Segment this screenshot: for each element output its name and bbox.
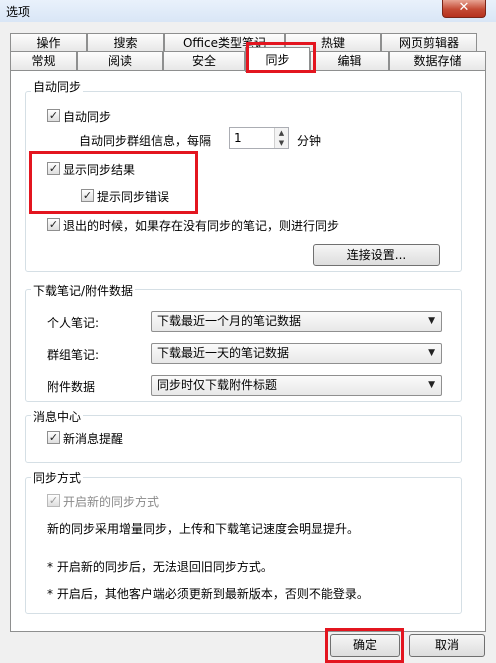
sync-mode-note-1: * 开启新的同步后，无法退回旧同步方式。	[47, 560, 273, 574]
personal-notes-label: 个人笔记:	[47, 316, 100, 330]
group-notes-label: 群组笔记:	[47, 348, 100, 362]
interval-unit: 分钟	[297, 134, 322, 148]
new-message-checkbox[interactable]: ✓	[47, 431, 60, 444]
tab-edit[interactable]: 编辑	[310, 51, 389, 71]
highlight-box-sync-tab	[246, 42, 316, 73]
interval-value[interactable]: 1	[234, 131, 242, 145]
personal-notes-value: 下载最近一个月的笔记数据	[157, 314, 302, 328]
tab-security[interactable]: 安全	[163, 51, 245, 71]
auto-sync-label: 自动同步	[63, 110, 112, 124]
chevron-down-icon[interactable]: ▼	[428, 376, 435, 395]
sync-on-exit-label: 退出的时候，如果存在没有同步的笔记，则进行同步	[63, 219, 340, 233]
personal-notes-select[interactable]: 下载最近一个月的笔记数据 ▼	[151, 311, 442, 332]
chevron-down-icon[interactable]: ▼	[428, 312, 435, 331]
download-title: 下载笔记/附件数据	[31, 282, 136, 299]
attachment-select[interactable]: 同步时仅下载附件标题 ▼	[151, 375, 442, 396]
close-icon[interactable]: ✕	[442, 0, 486, 18]
tab-general[interactable]: 常规	[10, 51, 77, 71]
highlight-box-sync-options	[29, 151, 198, 214]
attachment-label: 附件数据	[47, 380, 96, 394]
tab-reading[interactable]: 阅读	[77, 51, 163, 71]
auto-sync-checkbox[interactable]: ✓	[47, 109, 60, 122]
spin-down-icon[interactable]: ▼	[275, 138, 288, 148]
tab-web-clipper[interactable]: 网页剪辑器	[381, 33, 477, 52]
group-notes-value: 下载最近一天的笔记数据	[157, 346, 290, 360]
sync-on-exit-checkbox[interactable]: ✓	[47, 218, 60, 231]
chevron-down-icon[interactable]: ▼	[428, 344, 435, 363]
sync-mode-title: 同步方式	[31, 469, 84, 486]
spin-up-icon[interactable]: ▲	[275, 128, 288, 138]
new-message-label: 新消息提醒	[63, 432, 124, 446]
new-sync-label: 开启新的同步方式	[63, 495, 160, 509]
tab-operations[interactable]: 操作	[10, 33, 87, 52]
tab-search[interactable]: 搜索	[87, 33, 164, 52]
connection-settings-button[interactable]: 连接设置...	[313, 244, 440, 266]
auto-sync-title: 自动同步	[31, 78, 84, 95]
title-bar: 选项 ✕	[0, 0, 496, 22]
sync-mode-note-2: * 开启后，其他客户端必须更新到最新版本，否则不能登录。	[47, 587, 369, 601]
new-sync-checkbox[interactable]: ✓	[47, 494, 60, 507]
message-center-title: 消息中心	[31, 408, 84, 425]
sync-mode-description: 新的同步采用增量同步，上传和下载笔记速度会明显提升。	[47, 522, 360, 536]
group-notes-select[interactable]: 下载最近一天的笔记数据 ▼	[151, 343, 442, 364]
interval-spinner[interactable]: 1 ▲ ▼	[229, 127, 289, 149]
window-title: 选项	[6, 5, 31, 19]
tab-data-storage[interactable]: 数据存储	[389, 51, 486, 71]
spin-buttons[interactable]: ▲ ▼	[274, 128, 288, 148]
interval-label: 自动同步群组信息，每隔	[79, 134, 212, 148]
cancel-button[interactable]: 取消	[409, 634, 485, 657]
attachment-value: 同步时仅下载附件标题	[157, 378, 278, 392]
highlight-box-ok	[325, 628, 404, 663]
